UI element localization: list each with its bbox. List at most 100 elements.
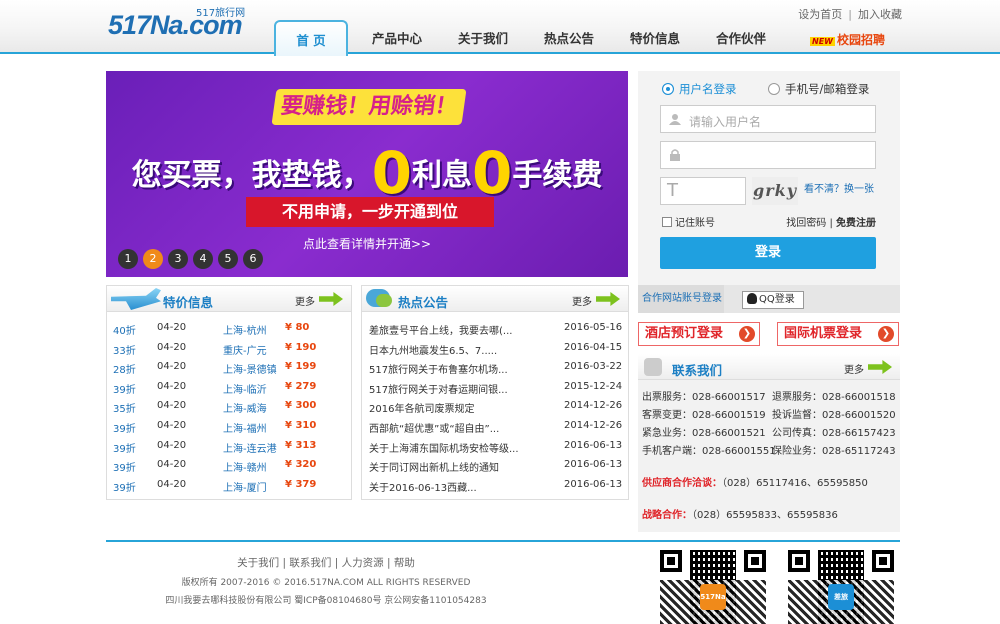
banner-dot-1[interactable]: 1 xyxy=(118,249,138,269)
notice-title: 2016年各航司废票规定 xyxy=(369,404,475,416)
account-links: 找回密码 | 免费注册 xyxy=(786,218,876,229)
site-logo[interactable]: 517Na.com 517旅行网 xyxy=(108,8,245,40)
contact-item: 公司传真：028-66157423 xyxy=(772,428,896,439)
banner-dot-4[interactable]: 4 xyxy=(193,249,213,269)
username-input[interactable]: 请输入用户名 xyxy=(660,105,876,133)
special-row[interactable]: 28折 04-20 上海-景德镇 ¥ 199 xyxy=(107,358,351,378)
nav-announcements[interactable]: 热点公告 xyxy=(532,20,606,54)
notice-row[interactable]: 2016年各航司废票规定 2014-12-26 xyxy=(362,397,628,417)
footer-link-contact[interactable]: 联系我们 xyxy=(289,557,331,569)
logo-subtitle: 517旅行网 xyxy=(196,8,246,19)
notices-more-link[interactable]: 更多 xyxy=(572,293,592,308)
captcha-input[interactable]: T xyxy=(660,177,746,205)
remember-account[interactable]: 记住账号 xyxy=(662,214,715,229)
footer-link-help[interactable]: 帮助 xyxy=(394,557,415,569)
notice-title: 关于2016-06-13西藏... xyxy=(369,482,477,494)
campus-label: 校园招聘 xyxy=(836,33,885,47)
special-discount: 35折 xyxy=(113,404,136,416)
notice-row[interactable]: 日本九州地震发生6.5、7..... 2016-04-15 xyxy=(362,339,628,359)
checkbox-icon xyxy=(662,217,672,227)
special-route: 上海-厦门 xyxy=(223,482,267,494)
special-row[interactable]: 39折 04-20 上海-赣州 ¥ 320 xyxy=(107,456,351,476)
special-discount: 28折 xyxy=(113,365,136,377)
notice-row[interactable]: 西部航“超优惠”或“超自由”... 2014-12-26 xyxy=(362,417,628,437)
captcha-image[interactable]: grky xyxy=(752,177,798,205)
forgot-password-link[interactable]: 找回密码 xyxy=(786,218,826,229)
add-favorite-link[interactable]: 加入收藏 xyxy=(858,8,902,21)
strategic-contact: 战略合作：（028）65595833、65595836 xyxy=(642,506,838,521)
notice-date: 2016-06-13 xyxy=(564,478,623,490)
login-tab-phone[interactable]: 手机号/邮箱登录 xyxy=(768,81,869,97)
banner-dot-6[interactable]: 6 xyxy=(243,249,263,269)
specials-more-link[interactable]: 更多 xyxy=(295,293,315,308)
notice-title: 517旅行网关于布鲁塞尔机场... xyxy=(369,365,508,377)
notices-header: 热点公告 更多 xyxy=(362,286,628,312)
top-links: 设为首页 | 加入收藏 xyxy=(798,8,902,21)
notice-title: 日本九州地震发生6.5、7..... xyxy=(369,345,498,357)
special-price: ¥ 320 xyxy=(285,459,317,471)
contact-title: 联系我们 xyxy=(672,363,723,378)
notice-row[interactable]: 关于2016-06-13西藏... 2016-06-13 xyxy=(362,476,628,496)
qq-login-button[interactable]: QQ登录 xyxy=(742,291,804,309)
campus-recruit-link[interactable]: NEW 校园招聘 xyxy=(810,31,885,48)
special-row[interactable]: 35折 04-20 上海-威海 ¥ 300 xyxy=(107,397,351,417)
nav-home[interactable]: 首 页 xyxy=(274,20,348,56)
notice-date: 2014-12-26 xyxy=(564,400,623,412)
special-price: ¥ 379 xyxy=(285,478,317,490)
special-row[interactable]: 39折 04-20 上海-厦门 ¥ 379 xyxy=(107,476,351,496)
footer-link-hr[interactable]: 人力资源 xyxy=(342,557,384,569)
notice-row[interactable]: 517旅行网关于布鲁塞尔机场... 2016-03-22 xyxy=(362,358,628,378)
notice-row[interactable]: 关于同订网出新机上线的通知 2016-06-13 xyxy=(362,456,628,476)
captcha-refresh-link[interactable]: 看不清？换一张 xyxy=(804,180,874,195)
login-panel: 用户名登录 手机号/邮箱登录 请输入用户名 T grky 看不清？换一张 记住账… xyxy=(638,71,900,285)
footer-link-about[interactable]: 关于我们 xyxy=(237,557,279,569)
nav-partners[interactable]: 合作伙伴 xyxy=(704,20,778,54)
special-price: ¥ 279 xyxy=(285,380,317,392)
lock-icon xyxy=(670,149,680,161)
qr-code-travel: 差旅 xyxy=(788,550,894,624)
special-row[interactable]: 40折 04-20 上海-杭州 ¥ 80 xyxy=(107,319,351,339)
password-input[interactable] xyxy=(660,141,876,169)
special-date: 04-20 xyxy=(157,400,187,412)
partner-login-label: 合作网站账号登录 xyxy=(638,285,724,313)
banner-dot-2[interactable]: 2 xyxy=(143,249,163,269)
nav-about[interactable]: 关于我们 xyxy=(446,20,520,54)
qq-penguin-icon xyxy=(747,293,757,304)
banner-dot-3[interactable]: 3 xyxy=(168,249,188,269)
strategic-value: （028）65595833、65595836 xyxy=(692,510,838,521)
special-row[interactable]: 39折 04-20 上海-福州 ¥ 310 xyxy=(107,417,351,437)
special-price: ¥ 313 xyxy=(285,439,317,451)
special-route: 上海-杭州 xyxy=(223,326,267,337)
login-button[interactable]: 登录 xyxy=(660,237,876,269)
top-header: 517Na.com 517旅行网 设为首页 | 加入收藏 首 页 产品中心 关于我们… xyxy=(0,0,1000,56)
special-row[interactable]: 39折 04-20 上海-连云港 ¥ 313 xyxy=(107,437,351,457)
contact-item: 退票服务：028-66001518 xyxy=(772,392,896,403)
intl-ticket-login-button[interactable]: 国际机票登录 ❯ xyxy=(777,322,899,346)
airplane-icon xyxy=(111,288,161,310)
special-discount: 39折 xyxy=(113,424,136,435)
special-price: ¥ 310 xyxy=(285,420,317,431)
notice-title: 关于上海浦东国际机场安检等级... xyxy=(369,443,519,455)
notice-row[interactable]: 517旅行网关于对春运期间银... 2015-12-24 xyxy=(362,378,628,398)
promo-banner[interactable]: 要赚钱！用赊销！ 您买票，我垫钱，0利息0手续费 不用申请，一步开通到位 点此查… xyxy=(106,71,628,277)
special-route: 上海-赣州 xyxy=(223,463,267,475)
special-date: 04-20 xyxy=(157,459,187,471)
contact-more-link[interactable]: 更多 xyxy=(844,361,864,376)
more-arrow-icon xyxy=(868,360,892,374)
arrow-right-icon: ❯ xyxy=(878,326,894,342)
special-row[interactable]: 33折 04-20 重庆-广元 ¥ 190 xyxy=(107,339,351,359)
notice-date: 2016-06-13 xyxy=(564,439,623,451)
notice-date: 2016-05-16 xyxy=(564,322,623,333)
special-row[interactable]: 39折 04-20 上海-临沂 ¥ 279 xyxy=(107,378,351,398)
notice-row[interactable]: 关于上海浦东国际机场安检等级... 2016-06-13 xyxy=(362,437,628,457)
contact-header: 联系我们 更多 xyxy=(638,354,900,380)
special-discount: 39折 xyxy=(113,463,136,475)
set-homepage-link[interactable]: 设为首页 xyxy=(798,8,842,21)
login-tab-username[interactable]: 用户名登录 xyxy=(662,81,737,97)
banner-dot-5[interactable]: 5 xyxy=(218,249,238,269)
notice-row[interactable]: 差旅壹号平台上线，我要去哪(... 2016-05-16 xyxy=(362,319,628,339)
register-link[interactable]: 免费注册 xyxy=(836,218,876,229)
hotel-login-button[interactable]: 酒店预订登录 ❯ xyxy=(638,322,760,346)
nav-products[interactable]: 产品中心 xyxy=(360,20,434,54)
nav-specials[interactable]: 特价信息 xyxy=(618,20,692,54)
